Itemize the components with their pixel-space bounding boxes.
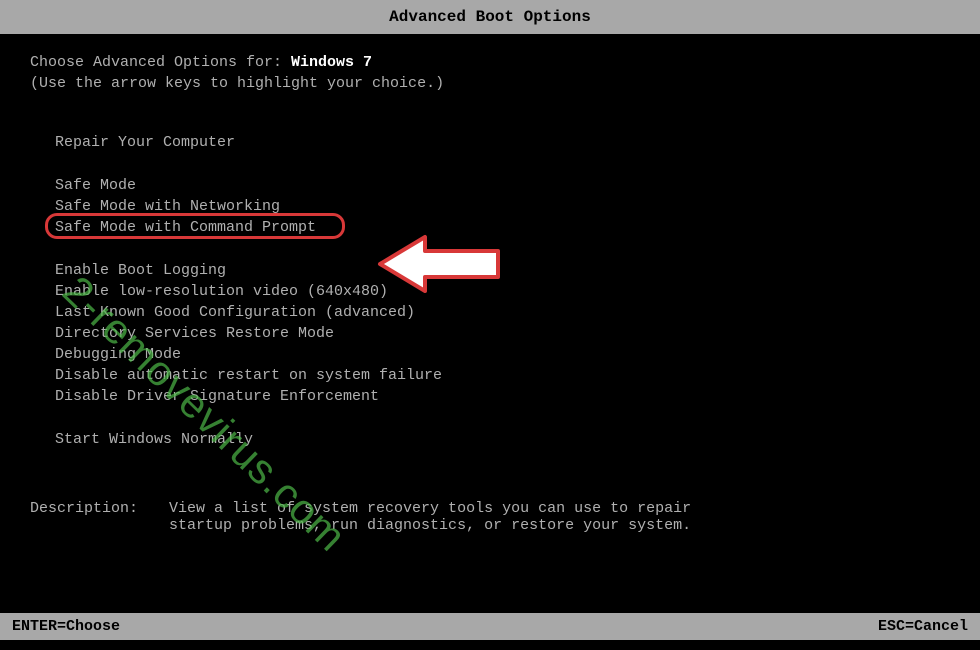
description-text: View a list of system recovery tools you… — [169, 500, 709, 534]
highlight-annotation — [45, 213, 345, 239]
os-name: Windows 7 — [291, 54, 372, 71]
status-bar: ENTER=Choose ESC=Cancel — [0, 613, 980, 640]
header-line: Choose Advanced Options for: Windows 7 — [30, 54, 950, 71]
arrow-left-icon — [370, 229, 510, 299]
description-label: Description: — [30, 500, 160, 517]
menu-item-safe-mode-command-prompt[interactable]: Safe Mode with Command Prompt — [55, 217, 316, 238]
arrow-key-instruction: (Use the arrow keys to highlight your ch… — [30, 75, 950, 92]
content-area: Choose Advanced Options for: Windows 7 (… — [0, 34, 980, 534]
menu-item-repair-computer[interactable]: Repair Your Computer — [55, 132, 950, 153]
menu-group-normal: Start Windows Normally — [30, 429, 950, 450]
menu-item-directory-services-restore[interactable]: Directory Services Restore Mode — [55, 323, 950, 344]
menu-item-disable-driver-signature[interactable]: Disable Driver Signature Enforcement — [55, 386, 950, 407]
menu-item-start-normally[interactable]: Start Windows Normally — [55, 429, 950, 450]
menu-item-last-known-good[interactable]: Last Known Good Configuration (advanced) — [55, 302, 950, 323]
menu-group-repair: Repair Your Computer — [30, 132, 950, 153]
menu-item-disable-auto-restart[interactable]: Disable automatic restart on system fail… — [55, 365, 950, 386]
menu-item-debugging-mode[interactable]: Debugging Mode — [55, 344, 950, 365]
status-esc: ESC=Cancel — [878, 618, 968, 635]
menu-item-safe-mode[interactable]: Safe Mode — [55, 175, 950, 196]
status-enter: ENTER=Choose — [12, 618, 120, 635]
description-section: Description: View a list of system recov… — [30, 500, 950, 534]
title-bar: Advanced Boot Options — [0, 0, 980, 34]
header-prefix: Choose Advanced Options for: — [30, 54, 291, 71]
arrow-annotation — [370, 229, 510, 304]
